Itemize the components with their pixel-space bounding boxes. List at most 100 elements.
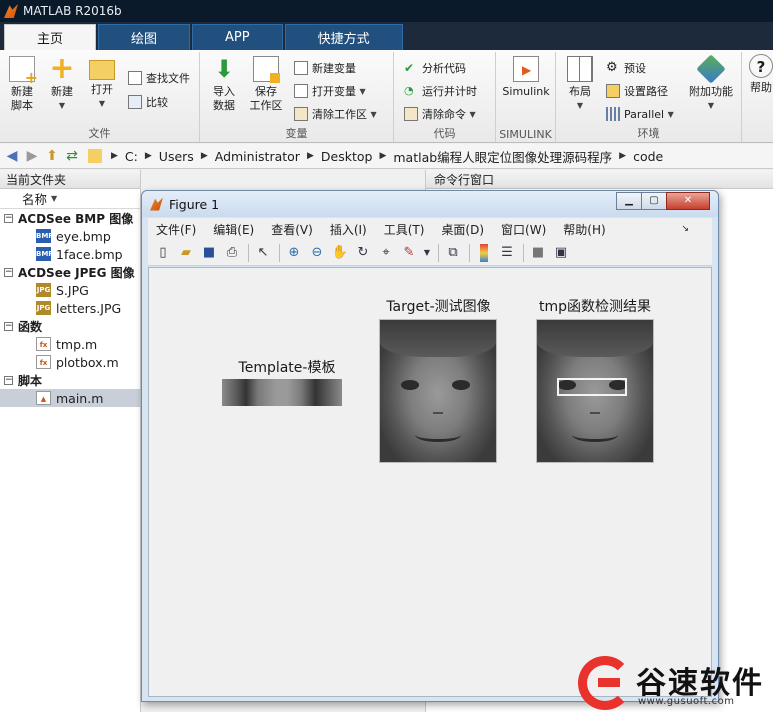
hide-plot-tools-icon[interactable]: ■: [529, 244, 547, 262]
menu-view[interactable]: 查看(V): [271, 221, 313, 238]
clear-workspace-button[interactable]: 清除工作区 ▼: [294, 104, 377, 124]
brush-icon[interactable]: ✎: [400, 244, 418, 262]
new-figure-icon[interactable]: ▯: [154, 244, 172, 262]
up-folder-icon[interactable]: ⬆: [44, 148, 60, 164]
tab-home[interactable]: 主页: [4, 24, 97, 50]
close-button[interactable]: ✕: [666, 192, 710, 210]
file-item[interactable]: BMP 1face.bmp: [0, 245, 140, 263]
path-part[interactable]: Administrator: [215, 149, 300, 164]
set-path-label: 设置路径: [624, 85, 668, 98]
clear-commands-button[interactable]: 清除命令 ▼: [404, 104, 476, 124]
simulink-button[interactable]: ▶ Simulink: [500, 56, 552, 99]
compare-button[interactable]: 比较: [128, 92, 168, 112]
parallel-button[interactable]: Parallel ▼: [606, 104, 674, 124]
data-cursor-icon[interactable]: ⌖: [377, 244, 395, 262]
open-variable-icon: [294, 84, 308, 98]
layout-button[interactable]: 布局 ▼: [560, 56, 600, 113]
menu-help[interactable]: 帮助(H): [563, 221, 605, 238]
menu-insert[interactable]: 插入(I): [330, 221, 367, 238]
group-header[interactable]: − 脚本: [0, 371, 140, 389]
pan-hand-icon[interactable]: ✋: [331, 244, 349, 262]
save-workspace-button[interactable]: 保存 工作区: [246, 56, 286, 113]
pointer-icon[interactable]: ↖: [254, 244, 272, 262]
file-item[interactable]: JPG S.JPG: [0, 281, 140, 299]
toolbar-separator: [279, 243, 280, 262]
browse-folder-icon[interactable]: ⇄: [64, 148, 80, 164]
new-button[interactable]: + 新建 ▼: [42, 54, 82, 113]
group-header[interactable]: − ACDSee BMP 图像: [0, 209, 140, 227]
zoom-in-icon[interactable]: ⊕: [285, 244, 303, 262]
open-variable-button[interactable]: 打开变量 ▼: [294, 81, 366, 101]
template-axes-title: Template-模板: [238, 360, 336, 376]
new-script-icon: +: [9, 56, 38, 86]
tab-shortcuts[interactable]: 快捷方式: [284, 24, 403, 50]
path-part[interactable]: matlab编程人眼定位图像处理源码程序: [393, 147, 612, 166]
result-face-image: [536, 319, 654, 463]
path-part[interactable]: C:: [125, 149, 138, 164]
menu-window[interactable]: 窗口(W): [501, 221, 546, 238]
group-header[interactable]: − ACDSee JPEG 图像: [0, 263, 140, 281]
group-label-code: 代码: [433, 127, 456, 140]
group-label-simulink: SIMULINK: [499, 128, 552, 141]
name-column-header[interactable]: 名称 ▼: [0, 189, 140, 209]
save-icon[interactable]: ■: [200, 244, 218, 262]
rotate-3d-icon[interactable]: ↻: [354, 244, 372, 262]
help-button[interactable]: ? 帮助: [746, 54, 773, 95]
ribbon-group-environment: 布局 ▼ ⚙ 预设 设置路径 Parallel ▼ 附加功能 ▼ 环境: [556, 52, 742, 142]
path-part[interactable]: code: [633, 149, 663, 164]
file-item[interactable]: fx tmp.m: [0, 335, 140, 353]
open-button[interactable]: 打开 ▼: [82, 56, 122, 111]
figure-menu-bar: 文件(F) 编辑(E) 查看(V) 插入(I) 工具(T) 桌面(D) 窗口(W…: [148, 218, 712, 240]
path-part[interactable]: Users: [159, 149, 194, 164]
forward-arrow-icon[interactable]: ▶: [24, 148, 40, 164]
add-ons-button[interactable]: 附加功能 ▼: [686, 54, 736, 113]
file-name: tmp.m: [56, 336, 98, 352]
file-item[interactable]: BMP eye.bmp: [0, 227, 140, 245]
file-item[interactable]: JPG letters.JPG: [0, 299, 140, 317]
matlab-logo-icon: [150, 197, 163, 211]
maximize-button[interactable]: ▢: [641, 192, 667, 210]
zoom-out-icon[interactable]: ⊖: [308, 244, 326, 262]
colorbar-icon[interactable]: [480, 243, 488, 262]
chevron-down-icon[interactable]: ▼: [423, 244, 431, 262]
set-path-button[interactable]: 设置路径: [606, 81, 668, 101]
file-item[interactable]: fx plotbox.m: [0, 353, 140, 371]
file-item-selected[interactable]: ▲ main.m: [0, 389, 140, 407]
new-variable-icon: [294, 61, 308, 75]
run-and-time-label: 运行并计时: [422, 85, 477, 98]
parallel-icon: [606, 107, 620, 121]
import-data-button[interactable]: ⬇ 导入 数据: [204, 56, 244, 113]
back-arrow-icon[interactable]: ◀: [4, 148, 20, 164]
open-file-icon[interactable]: ▰: [177, 244, 195, 262]
path-separator: ▶: [619, 151, 627, 161]
new-script-button[interactable]: + 新建 脚本: [2, 56, 42, 113]
minimize-button[interactable]: ▁: [616, 192, 642, 210]
menu-file[interactable]: 文件(F): [156, 221, 196, 238]
preferences-button[interactable]: ⚙ 预设: [606, 58, 646, 78]
show-plot-tools-icon[interactable]: ▣: [552, 244, 570, 262]
analyze-code-button[interactable]: ✔ 分析代码: [404, 58, 466, 78]
menu-tools[interactable]: 工具(T): [384, 221, 425, 238]
group-header[interactable]: − 函数: [0, 317, 140, 335]
new-variable-button[interactable]: 新建变量: [294, 58, 356, 78]
menu-edit[interactable]: 编辑(E): [213, 221, 254, 238]
menu-desktop[interactable]: 桌面(D): [441, 221, 484, 238]
run-and-time-button[interactable]: ◔ 运行并计时: [404, 81, 477, 101]
bmp-file-icon: BMP: [36, 247, 53, 261]
bmp-file-icon: BMP: [36, 229, 53, 243]
print-icon[interactable]: ⎙: [223, 244, 241, 262]
link-plot-icon[interactable]: ⧉: [444, 244, 462, 262]
group-label-file: 文件: [88, 127, 111, 140]
path-separator: ▶: [200, 151, 208, 161]
figure-canvas[interactable]: Template-模板 Target-测试图像 tmp函数检测结果: [148, 267, 712, 697]
tab-plots[interactable]: 绘图: [98, 24, 191, 50]
tab-apps[interactable]: APP: [192, 24, 283, 50]
path-part[interactable]: Desktop: [321, 149, 373, 164]
find-files-button[interactable]: 查找文件: [128, 68, 190, 88]
command-window-title: 命令行窗口: [426, 170, 773, 189]
legend-icon[interactable]: ☰: [498, 244, 516, 262]
group-label-environment: 环境: [637, 127, 660, 140]
dock-arrow-icon[interactable]: ↘: [681, 224, 689, 234]
new-label: 新建: [51, 85, 73, 98]
folder-icon: [88, 149, 102, 163]
